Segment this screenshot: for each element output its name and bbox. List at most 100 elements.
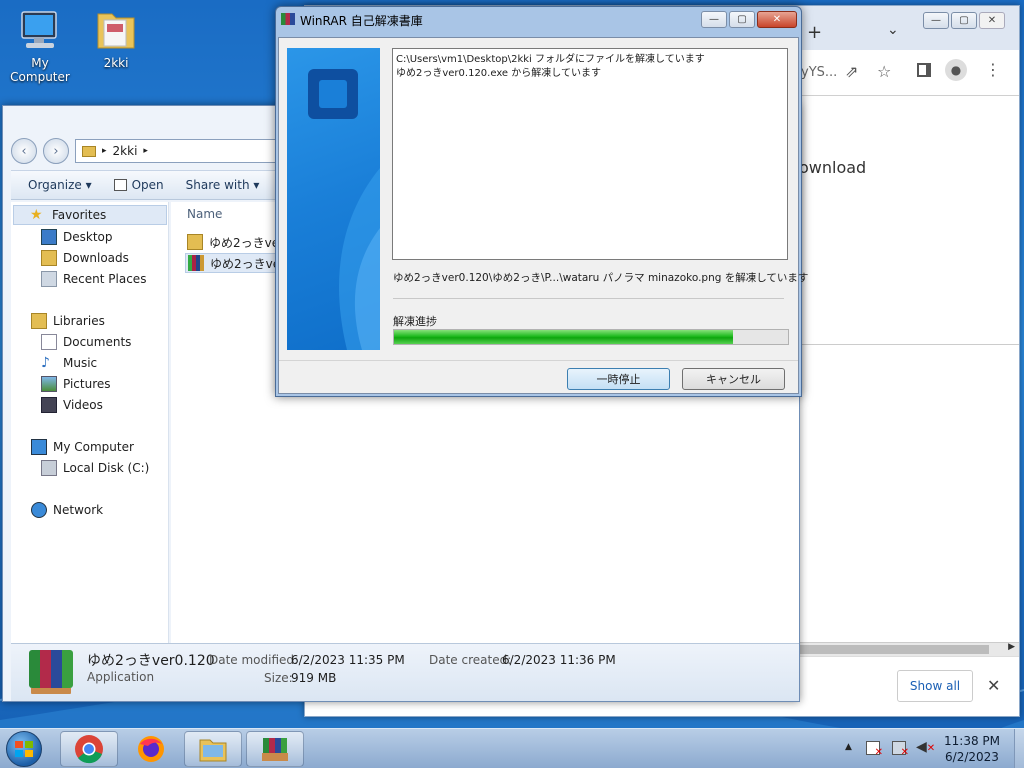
open-label: Open <box>131 178 164 192</box>
bookmark-star-icon[interactable]: ☆ <box>877 62 891 81</box>
desktop-icon-my-computer[interactable]: My Computer <box>0 6 80 84</box>
file-name: ゆめ2っきver <box>209 235 285 250</box>
nav-local-disk[interactable]: Local Disk (C:) <box>41 458 149 478</box>
winrar-archive-icon <box>188 255 204 271</box>
nav-label: My Computer <box>53 440 134 454</box>
minimize-button[interactable]: — <box>923 12 949 29</box>
close-shelf-button[interactable]: ✕ <box>987 676 1000 695</box>
details-created-label: Date created: <box>429 653 512 667</box>
nav-desktop[interactable]: Desktop <box>41 227 113 247</box>
nav-label: Documents <box>63 335 132 349</box>
winrar-dialog: WinRAR 自己解凍書庫 — ▢ ✕ C:\Users\vm1\Desktop… <box>275 6 808 397</box>
scroll-right-icon[interactable]: ▶ <box>1008 642 1015 652</box>
details-filename: ゆめ2っきver0.120 <box>87 653 215 669</box>
clock-time: 11:38 PM <box>944 734 1000 748</box>
details-pane: ゆめ2っきver0.120 Application Date modified:… <box>11 643 799 701</box>
dialog-title: WinRAR 自己解凍書庫 <box>300 14 423 28</box>
forward-button[interactable]: › <box>43 138 69 164</box>
taskbar-explorer[interactable] <box>184 731 242 767</box>
taskbar-winrar[interactable] <box>246 731 304 767</box>
windows-logo-icon <box>15 741 33 757</box>
nav-label: Videos <box>63 398 103 412</box>
sidepanel-icon[interactable] <box>917 63 931 77</box>
videos-icon <box>41 397 57 413</box>
progress-bar <box>393 329 789 345</box>
file-row[interactable]: ゆめ2っきver <box>187 232 284 252</box>
disk-icon <box>41 460 57 476</box>
maximize-button[interactable]: ▢ <box>951 12 977 29</box>
action-center-icon[interactable]: ✕ <box>866 741 883 758</box>
organize-button[interactable]: Organize ▾ <box>28 178 92 192</box>
nav-downloads[interactable]: Downloads <box>41 248 129 268</box>
share-with-button[interactable]: Share with ▾ <box>186 178 260 192</box>
breadcrumb-separator: ▸ <box>102 146 107 156</box>
horizontal-scrollbar[interactable]: ▶ <box>799 642 1019 656</box>
clock[interactable]: 11:38 PM 6/2/2023 <box>944 733 1000 765</box>
pause-button[interactable]: 一時停止 <box>567 368 670 390</box>
start-button[interactable] <box>6 731 42 767</box>
libraries-icon <box>31 313 47 329</box>
pictures-icon <box>41 376 57 392</box>
close-button[interactable]: ✕ <box>979 12 1005 29</box>
details-modified-value: 6/2/2023 11:35 PM <box>291 653 405 667</box>
url-fragment[interactable]: yYS... <box>801 65 837 80</box>
volume-muted-icon[interactable]: ◀✕ <box>916 739 935 755</box>
nav-music[interactable]: ♪ Music <box>41 353 97 373</box>
tray-expand-icon[interactable]: ▲ <box>845 742 852 752</box>
folder-icon <box>92 6 140 54</box>
winrar-banner <box>287 48 380 350</box>
nav-label: Desktop <box>63 230 113 244</box>
tab-search-button[interactable]: ⌄ <box>887 22 899 38</box>
log-line: ゆめ2っきver0.120.exe から解凍しています <box>396 68 601 79</box>
log-line: C:\Users\vm1\Desktop\2kki フォルダにファイルを解凍して… <box>396 54 705 65</box>
nav-label: Downloads <box>63 251 129 265</box>
column-header-name[interactable]: Name <box>187 207 222 221</box>
explorer-folder-icon <box>199 739 227 762</box>
nav-libraries[interactable]: Libraries <box>31 311 105 331</box>
separator <box>393 298 784 299</box>
recent-places-icon <box>41 271 57 287</box>
taskbar-firefox[interactable] <box>122 731 180 767</box>
details-created-value: 6/2/2023 11:36 PM <box>502 653 616 667</box>
profile-icon[interactable]: ● <box>945 59 967 81</box>
documents-icon <box>41 334 57 350</box>
nav-label: Recent Places <box>63 272 147 286</box>
nav-my-computer[interactable]: My Computer <box>31 437 134 457</box>
maximize-button[interactable]: ▢ <box>729 11 755 28</box>
share-icon[interactable]: ⇗ <box>845 62 858 81</box>
chrome-icon <box>75 735 103 764</box>
nav-videos[interactable]: Videos <box>41 395 103 415</box>
taskbar-chrome[interactable] <box>60 731 118 767</box>
breadcrumb-separator[interactable]: ▸ <box>143 146 148 156</box>
nav-pictures[interactable]: Pictures <box>41 374 111 394</box>
nav-recent[interactable]: Recent Places <box>41 269 146 289</box>
page-divider <box>799 344 1019 345</box>
menu-dots-icon[interactable]: ⋮ <box>985 60 1001 79</box>
open-icon <box>113 179 127 191</box>
nav-favorites[interactable]: ★ Favorites <box>13 205 167 225</box>
details-type: Application <box>87 670 155 684</box>
close-button[interactable]: ✕ <box>757 11 797 28</box>
show-all-button[interactable]: Show all <box>897 670 973 702</box>
clock-date: 6/2/2023 <box>945 750 999 764</box>
breadcrumb-folder[interactable]: 2kki <box>113 144 138 158</box>
computer-icon <box>31 439 47 455</box>
network-tray-icon[interactable]: ✕ <box>892 741 909 758</box>
details-modified-label: Date modified: <box>209 653 299 667</box>
nav-network[interactable]: Network <box>31 500 103 520</box>
minimize-button[interactable]: — <box>701 11 727 28</box>
taskbar: ▲ ✕ ✕ ◀✕ 11:38 PM 6/2/2023 <box>0 728 1024 768</box>
cancel-button[interactable]: キャンセル <box>682 368 785 390</box>
back-button[interactable]: ‹ <box>11 138 37 164</box>
nav-documents[interactable]: Documents <box>41 332 131 352</box>
computer-icon <box>16 6 64 54</box>
file-name: ゆめ2っきve <box>210 256 281 271</box>
desktop-icon-2kki[interactable]: 2kki <box>76 6 156 70</box>
new-tab-button[interactable]: + <box>807 22 822 43</box>
nav-label: Music <box>63 356 98 370</box>
desktop-icon-label: My Computer <box>10 56 70 84</box>
desktop-icon <box>41 229 57 245</box>
open-button[interactable]: Open <box>113 178 164 192</box>
dialog-body: C:\Users\vm1\Desktop\2kki フォルダにファイルを解凍して… <box>278 37 808 394</box>
show-desktop-button[interactable] <box>1014 729 1024 768</box>
